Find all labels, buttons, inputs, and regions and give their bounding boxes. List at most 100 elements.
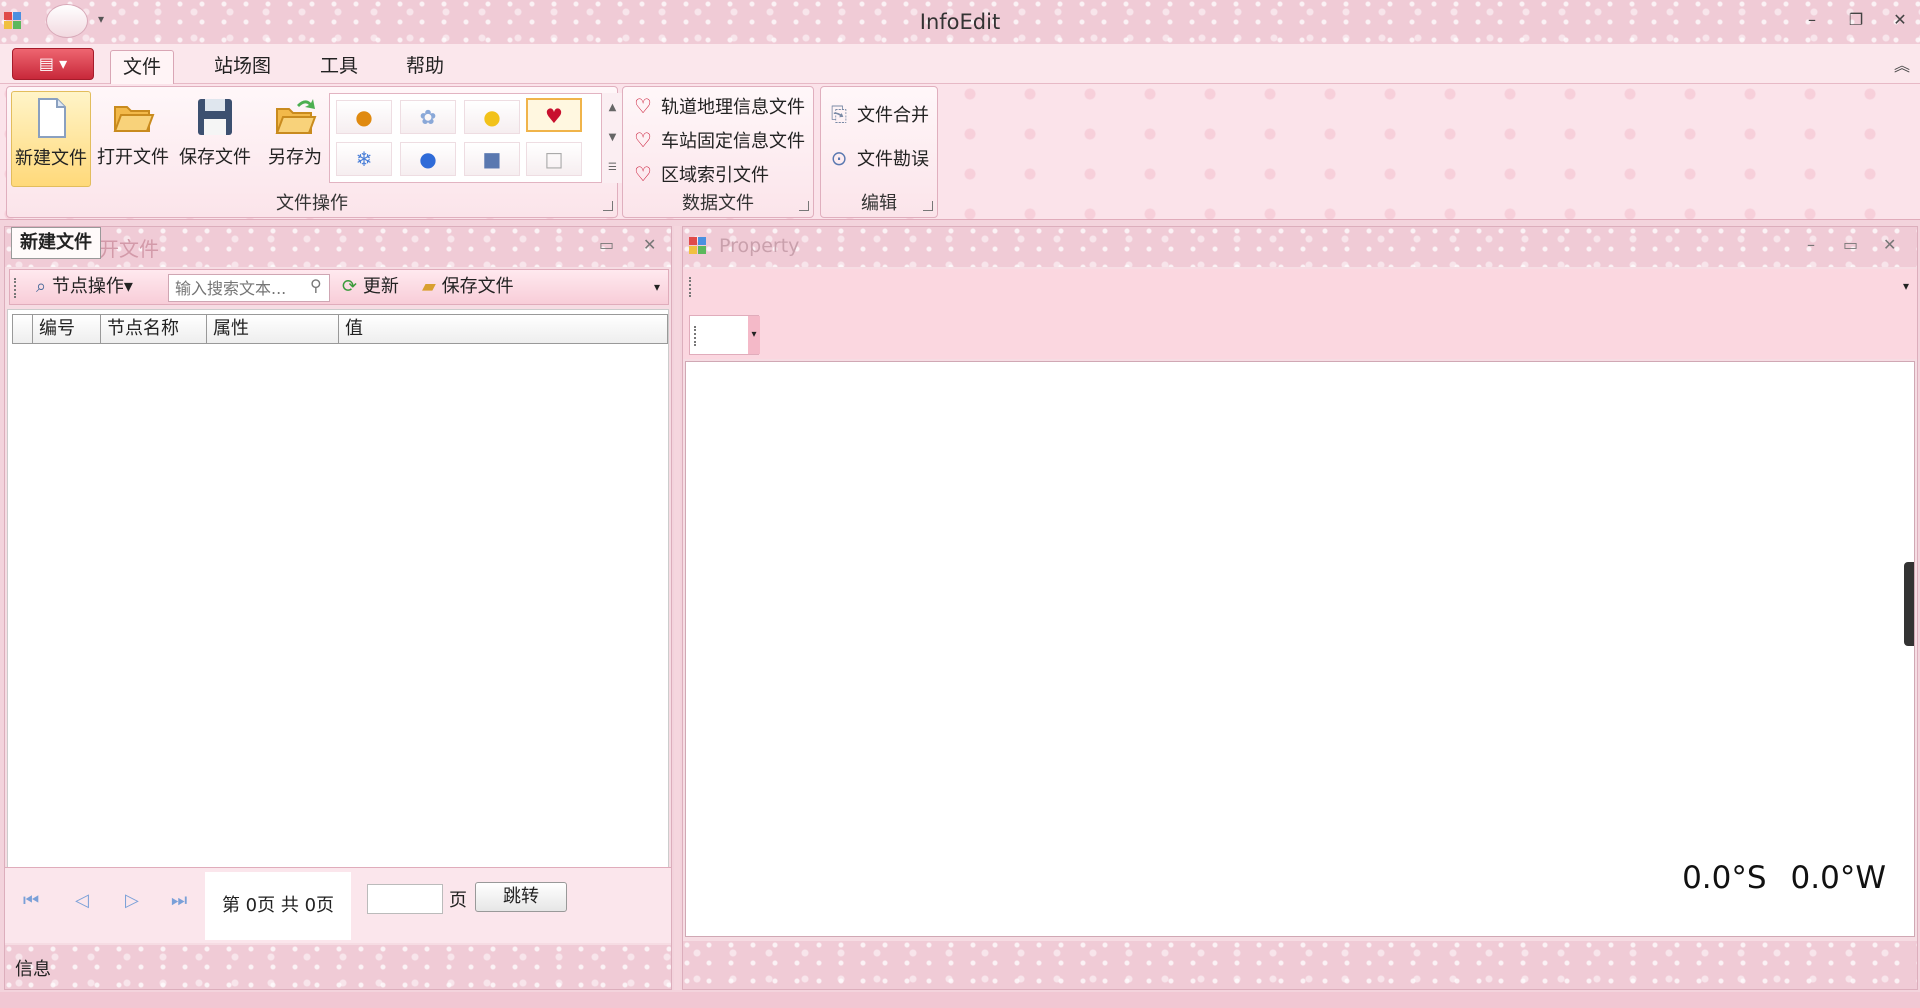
file-ops-group: 新建文件 打开文件 保存文件 另存为 ● ✿ ● ♥ ❄ ● ■ □ ▲ ▼ ☰… <box>6 86 623 218</box>
latitude-readout: 0.0°S <box>1682 860 1767 896</box>
map-canvas[interactable]: 0.0°S 0.0°W <box>685 361 1915 937</box>
tab-help[interactable]: 帮助 <box>394 50 456 84</box>
property-status-bar <box>683 941 1917 989</box>
panel-close-icon[interactable]: ✕ <box>1883 235 1896 254</box>
info-label: 信息 <box>15 959 51 980</box>
new-file-button[interactable]: 新建文件 <box>11 91 91 187</box>
gallery-more-icon[interactable]: ☰ <box>602 153 623 183</box>
toolbar-grip[interactable] <box>689 277 693 297</box>
column-header[interactable]: 属性 <box>207 315 339 343</box>
toolbar-grip[interactable] <box>14 278 18 298</box>
heart-outline-icon: ♡ <box>634 94 652 118</box>
folder-open-icon <box>113 106 155 132</box>
first-page-icon[interactable]: ⏮ <box>23 890 39 911</box>
station-fixed-file-button[interactable]: ♡ 车站固定信息文件 <box>631 125 805 155</box>
refresh-button[interactable]: ⟳ 更新 <box>342 272 399 302</box>
panel-minimize-icon[interactable]: – <box>1807 235 1815 254</box>
last-page-icon[interactable]: ⏭ <box>171 890 187 911</box>
tab-open-file[interactable]: 开文件 <box>99 233 159 262</box>
close-button[interactable]: ✕ <box>1888 10 1912 29</box>
tab-station-diagram[interactable]: 站场图 <box>202 50 283 84</box>
column-header[interactable]: 值 <box>339 315 667 343</box>
inspect-icon: ⊙ <box>830 146 848 170</box>
node-panel-tabstrip: 开文件 新建文件 ▭ ✕ <box>5 227 671 267</box>
data-files-group: ♡ 轨道地理信息文件 ♡ 车站固定信息文件 ♡ 区域索引文件 数据文件 <box>622 86 814 218</box>
heart-icon[interactable]: ♥ <box>526 98 582 132</box>
sun-icon[interactable]: ● <box>464 100 520 134</box>
save-file-button[interactable]: 保存文件 <box>175 91 255 187</box>
node-search-icon: ⌕ <box>36 276 47 297</box>
data-files-launcher-icon[interactable] <box>799 201 809 211</box>
window-title: InfoEdit <box>919 10 1001 34</box>
gallery-down-icon[interactable]: ▼ <box>602 123 623 153</box>
tab-new-file[interactable]: 新建文件 <box>11 227 101 259</box>
property-panel-header: Property – ▭ ✕ <box>683 227 1917 267</box>
correct-file-button[interactable]: ⊙ 文件勘误 <box>827 143 929 173</box>
data-files-label: 数据文件 <box>682 193 754 214</box>
track-geo-file-button[interactable]: ♡ 轨道地理信息文件 <box>631 91 805 121</box>
panel-splitter[interactable] <box>674 226 680 990</box>
column-header[interactable]: 编号 <box>33 315 101 343</box>
longitude-readout: 0.0°W <box>1790 860 1886 896</box>
pager: ⏮ ◁ ▷ ⏭ 第 0页 共 0页 页 跳转 <box>5 867 671 943</box>
orange-icon[interactable]: ● <box>336 100 392 134</box>
folder-arrow-icon <box>275 99 317 134</box>
jump-button[interactable]: 跳转 <box>475 882 567 912</box>
tab-file[interactable]: 文件 <box>110 50 175 84</box>
edit-launcher-icon[interactable] <box>923 201 933 211</box>
bottom-bar <box>0 992 1920 1008</box>
floppy-disk-icon <box>198 99 232 135</box>
side-scroll-handle[interactable] <box>1904 562 1914 646</box>
toolbar-grip[interactable] <box>694 326 698 346</box>
open-file-button[interactable]: 打开文件 <box>93 91 173 187</box>
grid-header: 编号 节点名称 属性 值 <box>12 314 668 344</box>
toolbar-overflow-icon[interactable]: ▾ <box>654 272 660 302</box>
column-header[interactable]: 节点名称 <box>101 315 207 343</box>
property-toolbar-secondary: ▾ <box>683 309 1917 359</box>
minimize-button[interactable]: – <box>1800 10 1824 29</box>
merge-file-button[interactable]: ⎘ 文件合并 <box>827 99 929 129</box>
heart-outline-icon: ♡ <box>634 162 652 186</box>
region-index-file-button[interactable]: ♡ 区域索引文件 <box>631 159 769 189</box>
gallery-scroll[interactable]: ▲ ▼ ☰ <box>601 93 623 183</box>
prev-page-icon[interactable]: ◁ <box>75 890 89 911</box>
row-selector-header <box>13 315 33 343</box>
panel-minimize-icon[interactable]: ▭ <box>599 235 614 254</box>
property-toolbar: ▾ <box>683 269 1917 309</box>
property-icon <box>689 237 707 255</box>
save-file-toolbar-button[interactable]: ▰ 保存文件 <box>422 272 514 302</box>
page-number-input[interactable] <box>367 884 443 914</box>
toolbar-overflow-icon[interactable]: ▾ <box>1903 279 1909 293</box>
node-panel: 开文件 新建文件 ▭ ✕ ⌕ 节点操作▾ ⚲ ⟳ 更新 ▰ 保存文件 ▾ 编号 … <box>4 226 672 990</box>
collapse-ribbon-icon[interactable]: ︽ <box>1894 52 1910 76</box>
folder-icon: ▰ <box>422 276 436 297</box>
coordinate-readout: 0.0°S 0.0°W <box>1658 860 1886 896</box>
property-title: Property <box>719 235 800 257</box>
node-ops-button[interactable]: ⌕ 节点操作▾ <box>36 272 133 302</box>
node-grid[interactable]: 编号 节点名称 属性 值 <box>7 309 669 909</box>
dropdown-arrow-icon[interactable]: ▾ <box>748 316 760 354</box>
property-panel: Property – ▭ ✕ ▾ ▾ 0.0°S 0.0°W <box>682 226 1918 990</box>
layer-dropdown[interactable]: ▾ <box>689 315 760 355</box>
search-icon[interactable]: ⚲ <box>310 276 322 295</box>
page-unit-label: 页 <box>449 890 467 911</box>
save-as-button[interactable]: 另存为 <box>255 91 335 187</box>
snowflake-icon[interactable]: ❄ <box>336 142 392 176</box>
merge-icon: ⎘ <box>831 102 847 126</box>
flower-icon[interactable]: ✿ <box>400 100 456 134</box>
gray-square-icon[interactable]: □ <box>526 142 582 176</box>
next-page-icon[interactable]: ▷ <box>125 890 139 911</box>
tab-tools[interactable]: 工具 <box>308 50 370 84</box>
panel-restore-icon[interactable]: ▭ <box>1843 235 1858 254</box>
blue-apple-icon[interactable]: ● <box>400 142 456 176</box>
app-menu-button[interactable]: ▤ ▾ <box>12 48 94 80</box>
edit-label: 编辑 <box>861 193 897 214</box>
panel-close-icon[interactable]: ✕ <box>643 235 656 254</box>
search-input[interactable] <box>168 274 330 302</box>
new-file-icon <box>38 98 66 138</box>
gallery-up-icon[interactable]: ▲ <box>602 93 623 123</box>
heart-outline-icon: ♡ <box>634 128 652 152</box>
restore-button[interactable]: ❐ <box>1844 10 1868 29</box>
file-ops-launcher-icon[interactable] <box>603 201 613 211</box>
blue-square-icon[interactable]: ■ <box>464 142 520 176</box>
